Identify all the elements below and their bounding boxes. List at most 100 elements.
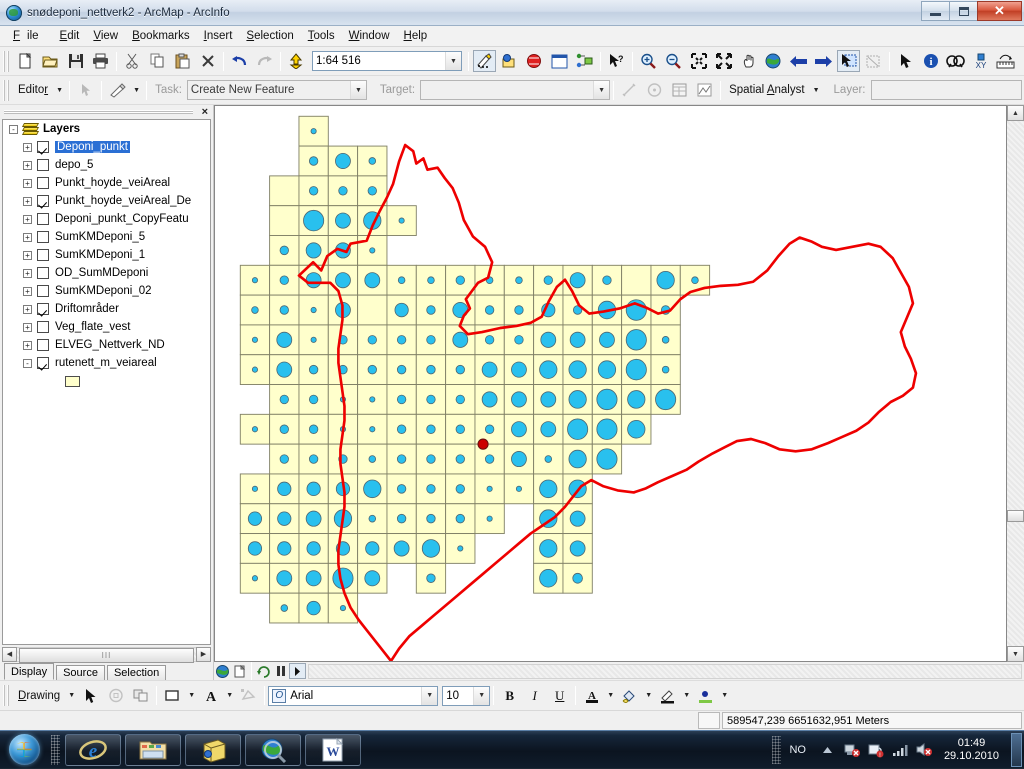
deponi-point[interactable]	[540, 540, 557, 558]
scroll-down-button[interactable]: ▼	[1007, 646, 1024, 662]
expander-icon[interactable]: +	[23, 287, 32, 296]
deponi-point[interactable]	[485, 336, 493, 345]
layer-visibility-checkbox[interactable]	[37, 159, 49, 171]
sketch-pencil-icon[interactable]	[106, 79, 129, 101]
deponi-point[interactable]	[456, 395, 464, 404]
layer-visibility-checkbox[interactable]	[37, 303, 49, 315]
open-folder-icon[interactable]	[39, 50, 62, 72]
layer-name-label[interactable]: SumKMDeponi_1	[55, 249, 145, 261]
expander-icon[interactable]: -	[9, 125, 18, 134]
chevron-down-icon[interactable]: ▼	[718, 686, 731, 706]
toc-layer-elveg-nettverk-nd[interactable]: +ELVEG_Nettverk_ND	[3, 336, 210, 354]
deponi-point[interactable]	[597, 389, 617, 410]
deponi-point[interactable]	[368, 336, 376, 345]
line-color-icon[interactable]	[656, 685, 679, 707]
deponi-point[interactable]	[427, 336, 435, 345]
delete-icon[interactable]	[196, 50, 219, 72]
deponi-point[interactable]	[397, 455, 405, 464]
deponi-point[interactable]	[456, 485, 464, 494]
layer-combo[interactable]	[871, 80, 1023, 100]
deponi-point[interactable]	[456, 365, 464, 374]
deponi-point[interactable]	[598, 361, 615, 379]
deponi-point[interactable]	[370, 248, 375, 253]
layer-name-label[interactable]: Deponi_punkt	[55, 141, 130, 153]
toc-layer-od-summdeponi[interactable]: +OD_SumMDeponi	[3, 264, 210, 282]
layer-visibility-checkbox[interactable]	[37, 285, 49, 297]
cut-icon[interactable]	[121, 50, 144, 72]
deponi-point[interactable]	[456, 425, 464, 434]
deponi-point[interactable]	[427, 395, 435, 404]
deponi-point[interactable]	[278, 542, 291, 556]
fill-bucket-icon[interactable]	[618, 685, 641, 707]
deponi-point[interactable]	[599, 332, 614, 347]
deponi-point[interactable]	[309, 455, 317, 464]
deponi-point[interactable]	[280, 306, 288, 315]
scroll-track[interactable]	[1007, 121, 1024, 646]
grid-cell[interactable]	[358, 295, 387, 325]
maximize-button[interactable]	[949, 1, 978, 21]
layer-visibility-checkbox[interactable]	[37, 231, 49, 243]
deponi-point[interactable]	[365, 273, 380, 288]
deponi-point[interactable]	[541, 392, 556, 407]
menu-item-view[interactable]: View	[86, 27, 125, 45]
layer-visibility-checkbox[interactable]	[37, 195, 49, 207]
grid-cell[interactable]	[270, 176, 299, 206]
taskbar-item-arccatalog[interactable]	[185, 734, 241, 766]
deponi-point[interactable]	[252, 278, 257, 283]
nudge-icon[interactable]	[237, 685, 260, 707]
expander-icon[interactable]: +	[23, 215, 32, 224]
deponi-point[interactable]	[280, 246, 288, 255]
layer-name-label[interactable]: Deponi_punkt_CopyFeatu	[55, 213, 189, 225]
toolbox-icon[interactable]	[498, 50, 521, 72]
deponi-point[interactable]	[541, 422, 556, 437]
deponi-point[interactable]	[422, 540, 439, 558]
minimize-button[interactable]	[921, 1, 950, 21]
deponi-point[interactable]	[662, 366, 669, 373]
edit-arrow-icon[interactable]	[74, 79, 97, 101]
deponi-point[interactable]	[485, 306, 493, 315]
paste-icon[interactable]	[171, 50, 194, 72]
deponi-point[interactable]	[427, 574, 435, 583]
layer-name-label[interactable]: Driftområder	[55, 303, 119, 315]
toc-layer-veg-flate-vest[interactable]: +Veg_flate_vest	[3, 318, 210, 336]
toolbar-grip[interactable]	[3, 80, 10, 101]
deponi-point[interactable]	[487, 516, 492, 521]
deponi-point[interactable]	[656, 389, 676, 410]
deponi-point[interactable]	[397, 485, 405, 494]
select-elements-icon[interactable]	[79, 685, 102, 707]
expander-icon[interactable]: +	[23, 179, 32, 188]
toc-layer-sumkmdeponi-5[interactable]: +SumKMDeponi_5	[3, 228, 210, 246]
deponi-point[interactable]	[399, 218, 404, 223]
chevron-down-icon[interactable]: ▼	[680, 686, 693, 706]
map-view[interactable]	[214, 105, 1007, 662]
deponi-point[interactable]	[540, 361, 557, 379]
arccatalog-icon[interactable]	[573, 50, 596, 72]
language-indicator[interactable]: NO	[789, 744, 806, 756]
deponi-point[interactable]	[482, 392, 497, 407]
deponi-point[interactable]	[427, 306, 435, 315]
expander-icon[interactable]: +	[23, 323, 32, 332]
network-problem-icon[interactable]	[842, 740, 862, 760]
deponi-point[interactable]	[511, 392, 526, 407]
deponi-point[interactable]	[511, 422, 526, 437]
deponi-point[interactable]	[397, 395, 405, 404]
deponi-point[interactable]	[456, 276, 464, 285]
model-builder-icon[interactable]	[523, 50, 546, 72]
rotate-icon[interactable]	[643, 79, 666, 101]
deponi-point[interactable]	[540, 569, 557, 587]
deponi-point[interactable]	[456, 514, 464, 523]
redo-icon[interactable]	[253, 50, 276, 72]
deponi-point[interactable]	[280, 276, 288, 285]
layer-visibility-checkbox[interactable]	[37, 267, 49, 279]
deponi-point[interactable]	[626, 330, 646, 351]
deponi-point[interactable]	[487, 486, 492, 491]
deponi-point[interactable]	[398, 277, 405, 284]
deponi-point[interactable]	[340, 605, 345, 610]
panel-grip[interactable]	[4, 110, 193, 114]
close-button[interactable]: ✕	[977, 1, 1022, 21]
deponi-point[interactable]	[248, 512, 261, 526]
scroll-left-button[interactable]: ◀	[2, 647, 17, 662]
grid-cell[interactable]	[270, 206, 299, 236]
layer-name-label[interactable]: OD_SumMDeponi	[55, 267, 148, 279]
chevron-down-icon[interactable]: ▼	[604, 686, 617, 706]
